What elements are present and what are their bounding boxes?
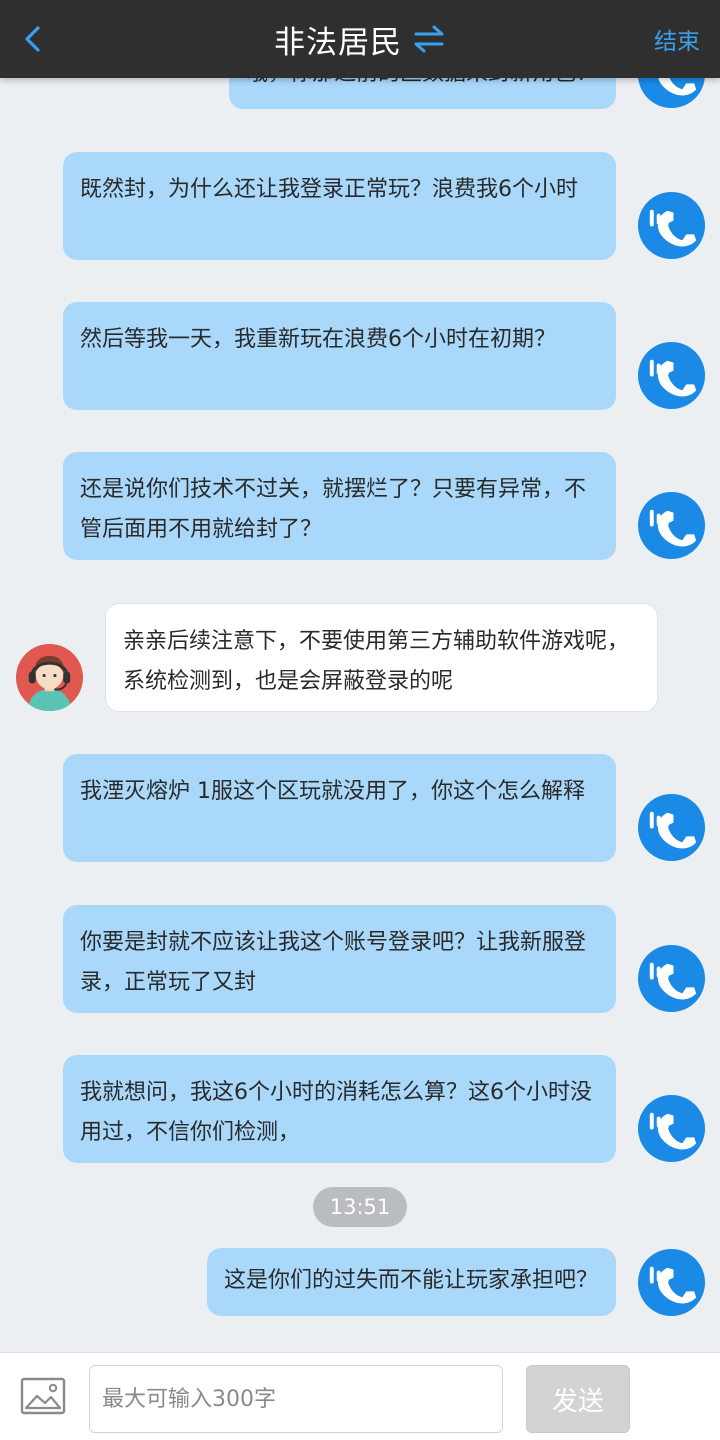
title-group: 非法居民	[0, 0, 720, 78]
chat-area[interactable]: 哦，你那之前的区数据来封新角色？ 既然封，为什么还让我登录正常玩？浪费我6个小时…	[0, 0, 720, 1352]
send-button[interactable]: 发送	[526, 1365, 630, 1433]
user-message-bubble: 你要是封就不应该让我这个账号登录吧？让我新服登录，正常玩了又封	[63, 905, 616, 1013]
timestamp-badge: 13:51	[313, 1187, 407, 1227]
user-avatar[interactable]	[637, 944, 706, 1013]
user-avatar[interactable]	[637, 1094, 706, 1163]
chevron-left-icon[interactable]	[14, 20, 54, 60]
message-input[interactable]	[89, 1365, 503, 1433]
swap-arrows-icon[interactable]	[412, 24, 446, 54]
end-session-button[interactable]: 结束	[654, 22, 700, 56]
user-avatar[interactable]	[637, 491, 706, 560]
user-message-bubble: 既然封，为什么还让我登录正常玩？浪费我6个小时	[63, 152, 616, 260]
user-avatar[interactable]	[637, 341, 706, 410]
user-avatar[interactable]	[637, 191, 706, 260]
page-title: 非法居民	[274, 24, 402, 61]
user-message-bubble: 我湮灭熔炉 1服这个区玩就没用了，你这个怎么解释	[63, 754, 616, 862]
user-message-bubble: 还是说你们技术不过关，就摆烂了？只要有异常，不管后面用不用就给封了？	[63, 452, 616, 560]
user-message-bubble: 我就想问，我这6个小时的消耗怎么算？这6个小时没用过，不信你们检测，	[63, 1055, 616, 1163]
image-icon[interactable]	[20, 1376, 66, 1416]
agent-avatar[interactable]	[15, 643, 84, 712]
user-avatar[interactable]	[637, 1248, 706, 1317]
user-avatar[interactable]	[637, 793, 706, 862]
user-message-bubble: 然后等我一天，我重新玩在浪费6个小时在初期？	[63, 302, 616, 410]
input-bar: 发送	[0, 1352, 720, 1440]
top-bar: 非法居民 结束	[0, 0, 720, 78]
agent-message-bubble: 亲亲后续注意下，不要使用第三方辅助软件游戏呢，系统检测到，也是会屏蔽登录的呢	[105, 603, 658, 712]
user-message-bubble: 这是你们的过失而不能让玩家承担吧？	[206, 1248, 616, 1316]
